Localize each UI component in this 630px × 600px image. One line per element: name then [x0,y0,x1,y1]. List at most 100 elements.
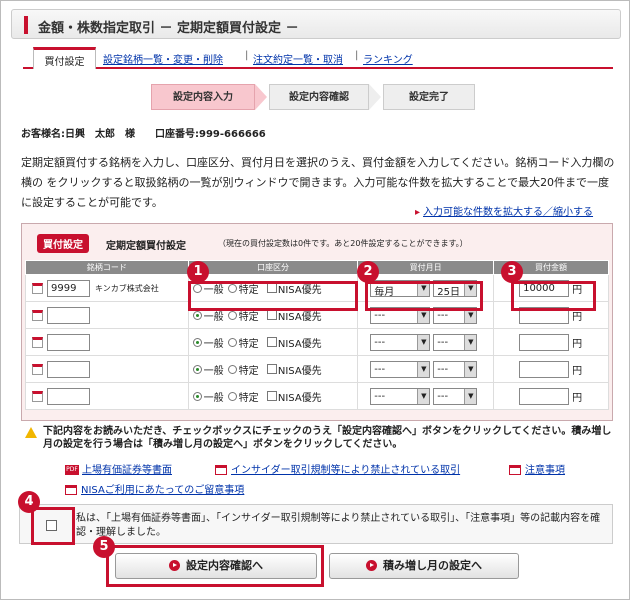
highlight-agreement [31,507,75,545]
callout-2: 2 [357,261,379,283]
confirm-button-label: 設定内容確認へ [186,559,263,572]
title-bar: 金額・株数指定取引 － 定期定額買付設定 － [11,9,621,39]
account-option-label: 特定 [238,392,259,404]
account-radio[interactable] [192,364,202,374]
play-icon [366,559,377,571]
window-icon [65,485,77,495]
yen-label: 円 [572,365,583,377]
nisa-label: NISA優先 [277,311,322,323]
amount-input[interactable] [519,333,570,351]
stock-code-input[interactable] [47,306,90,324]
tab-setting-list[interactable]: 設定銘柄一覧・変更・削除 [103,51,223,66]
account-radio[interactable] [227,391,237,401]
callout-5: 5 [93,536,115,558]
step-input: 設定内容入力 [151,84,255,110]
month-select-value: --- [374,336,386,348]
callout-3: 3 [501,261,523,283]
day-select[interactable]: --- ▼ [433,360,478,378]
step-arrow [369,84,381,110]
account-radio[interactable] [227,337,237,347]
stock-list-icon[interactable] [32,309,43,321]
tab-purchase-settings[interactable]: 買付設定 [33,47,96,69]
tab-bar: 買付設定 設定銘柄一覧・変更・削除 | 注文約定一覧・取消 | ランキング [23,47,613,69]
month-select[interactable]: --- ▼ [370,360,431,378]
stock-list-icon[interactable] [32,282,43,294]
date-cell: --- ▼ --- ▼ [357,328,495,356]
tab-ranking[interactable]: ランキング [363,51,413,66]
account-cell: 一般 特定 NISA優先 [187,355,359,383]
stock-code-input[interactable] [47,387,90,405]
doc-link-label: NISAご利用にあたってのご留意事項 [81,485,245,496]
doc-link-insider[interactable]: インサイダー取引規制等により禁止されている取引 [215,461,460,476]
yen-label: 円 [572,311,583,323]
amount-input[interactable] [519,387,570,405]
doc-link-label: インサイダー取引規制等により禁止されている取引 [231,465,461,476]
amount-cell: 円 [493,355,609,383]
confirm-button[interactable]: 設定内容確認へ [115,553,317,579]
account-option-label: 一般 [203,311,224,323]
month-select-value: --- [374,309,386,321]
doc-link-notes[interactable]: 注意事項 [509,461,565,476]
arrow-right-icon: ▸ [415,207,421,218]
account-option-label: 特定 [238,365,259,377]
stock-list-icon[interactable] [32,390,43,402]
window-icon [509,465,521,475]
day-select[interactable]: --- ▼ [433,333,478,351]
account-radio[interactable] [192,391,202,401]
panel-note: （現在の買付設定数は0件です。あと20件設定することができます。） [218,239,468,248]
page-title: 金額・株数指定取引 － 定期定額買付設定 － [38,21,299,36]
month-select[interactable]: --- ▼ [370,333,431,351]
stock-code-input[interactable] [47,360,90,378]
month-select[interactable]: --- ▼ [370,387,431,405]
stock-code-input[interactable]: 9999 [47,279,90,297]
callout-1: 1 [187,261,209,283]
nisa-checkbox[interactable] [266,337,277,347]
code-cell [25,382,189,410]
account-radio[interactable] [227,310,237,320]
company-name: キンカブ株式会社 [95,283,159,293]
amount-input[interactable] [519,360,570,378]
amount-cell: 円 [493,328,609,356]
stock-list-icon[interactable] [32,336,43,348]
stock-list-icon[interactable] [32,363,43,375]
account-option-label: 一般 [203,338,224,350]
doc-link-nisa[interactable]: NISAご利用にあたってのご留意事項 [65,481,244,496]
table-row: 一般 特定 NISA優先 --- ▼ --- ▼ 円 [25,328,609,356]
header-account: 口座区分 [187,260,359,275]
chevron-down-icon: ▼ [464,334,477,350]
step-complete: 設定完了 [383,84,475,110]
header-code: 銘柄コード [25,260,189,275]
stock-code-input[interactable] [47,333,90,351]
expand-rows-link[interactable]: ▸ 入力可能な件数を拡大する／縮小する [415,203,593,218]
doc-link-label: 注意事項 [525,465,565,476]
tab-order-list[interactable]: 注文約定一覧・取消 [253,51,343,66]
day-select[interactable]: --- ▼ [433,387,478,405]
nisa-label: NISA優先 [277,338,322,350]
chevron-down-icon: ▼ [417,334,430,350]
monthly-setting-button[interactable]: 積み増し月の設定へ [329,553,519,579]
customer-info: お客様名:日興 太郎 様 口座番号:999-666666 [21,129,266,140]
account-radio[interactable] [227,364,237,374]
account-radio[interactable] [192,310,202,320]
account-cell: 一般 特定 NISA優先 [187,328,359,356]
nisa-checkbox[interactable] [266,391,277,401]
account-option-label: 特定 [238,338,259,350]
page-frame: 金額・株数指定取引 － 定期定額買付設定 － 買付設定 設定銘柄一覧・変更・削除… [0,0,630,600]
step-confirm: 設定内容確認 [269,84,369,110]
amount-cell: 円 [493,382,609,410]
account-option-label: 一般 [203,365,224,377]
account-radio[interactable] [192,337,202,347]
nisa-checkbox[interactable] [266,310,277,320]
code-cell [25,301,189,329]
yen-label: 円 [572,338,583,350]
highlight-account-type [188,281,358,311]
tab-separator: | [245,50,249,61]
nisa-checkbox[interactable] [266,364,277,374]
doc-link-securities[interactable]: PDF 上場有価証券等書面 [65,461,172,476]
month-select-value: --- [374,390,386,402]
panel-title: 定期定額買付設定 [106,241,186,252]
day-select-value: --- [437,363,449,375]
nisa-label: NISA優先 [277,392,322,404]
day-select-value: --- [437,390,449,402]
warning-text: 下記内容をお読みいただき、チェックボックスにチェックのうえ「設定内容確認へ」ボタ… [43,426,612,450]
